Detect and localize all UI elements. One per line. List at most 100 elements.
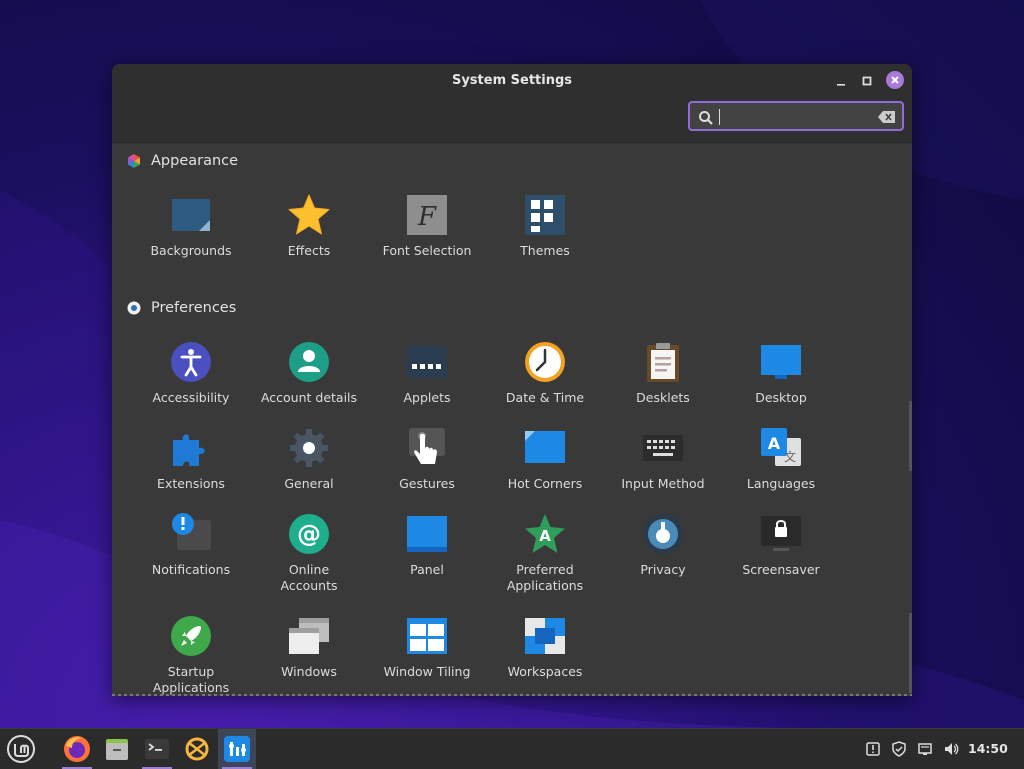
accessibility-item[interactable]: Accessibility (132, 340, 250, 406)
item-label: Online Accounts (280, 562, 338, 593)
item-label: Extensions (157, 476, 225, 491)
desktop-item[interactable]: Desktop (722, 340, 840, 406)
themes-icon (525, 195, 565, 235)
preferred-apps-icon: A (525, 514, 565, 553)
window-tiling-icon (407, 618, 447, 654)
gestures-item[interactable]: Gestures (368, 426, 486, 492)
settings-content: Appearance Backgrounds Effects F Font Se… (112, 143, 912, 696)
languages-icon: A文 (761, 428, 801, 466)
item-label: Preferred Applications (506, 562, 584, 593)
volume-icon (945, 743, 959, 755)
item-label: Themes (520, 243, 570, 258)
privacy-icon (643, 514, 683, 554)
minimize-button[interactable] (833, 73, 849, 89)
menu-button[interactable] (2, 729, 40, 769)
preferred-applications-item[interactable]: A Preferred Applications (486, 512, 604, 594)
svg-text:A: A (768, 434, 781, 453)
close-button[interactable] (886, 71, 904, 89)
desktop-icon (761, 345, 801, 379)
network-tray[interactable] (916, 741, 934, 757)
hot-corners-item[interactable]: Hot Corners (486, 426, 604, 492)
item-label: Desklets (636, 390, 690, 405)
volume-tray[interactable] (942, 741, 960, 757)
item-label: Hot Corners (507, 476, 583, 491)
window-title: System Settings (451, 73, 573, 88)
workspaces-icon (525, 618, 565, 654)
firefox-launcher[interactable] (58, 729, 96, 769)
languages-item[interactable]: A文 Languages (722, 426, 840, 492)
item-label: Startup Applications (152, 664, 230, 695)
update-manager-launcher[interactable] (178, 729, 216, 769)
workspaces-item[interactable]: Workspaces (486, 614, 604, 680)
gesture-hand-icon (409, 428, 445, 464)
close-icon (891, 76, 899, 84)
backgrounds-icon (172, 199, 210, 231)
shield-icon (892, 741, 906, 757)
item-label: Screensaver (742, 562, 820, 577)
privacy-item[interactable]: Privacy (604, 512, 722, 578)
font-selection-item[interactable]: F Font Selection (368, 193, 486, 259)
panel-item[interactable]: Panel (368, 512, 486, 578)
window-tiling-item[interactable]: Window Tiling (368, 614, 486, 680)
maximize-icon (862, 76, 872, 86)
terminal-launcher[interactable] (138, 729, 176, 769)
screensaver-item[interactable]: Screensaver (722, 512, 840, 578)
account-details-item[interactable]: Account details (250, 340, 368, 406)
keyboard-icon (643, 435, 683, 461)
clock[interactable]: 14:50 (968, 741, 1008, 756)
section-preferences: Preferences (126, 300, 236, 316)
gear-icon (290, 429, 328, 467)
clear-search-icon[interactable] (878, 110, 896, 124)
hot-corners-icon (525, 431, 565, 463)
mint-menu-icon (7, 735, 35, 763)
item-label: Accessibility (152, 390, 230, 405)
windows-item[interactable]: Windows (250, 614, 368, 680)
scrollbar-indicator[interactable] (909, 401, 912, 471)
input-method-item[interactable]: Input Method (604, 426, 722, 492)
appearance-icon (128, 154, 140, 168)
clock-icon (525, 342, 565, 382)
maximize-button[interactable] (859, 73, 875, 89)
item-label: Account details (260, 390, 358, 405)
backgrounds-item[interactable]: Backgrounds (132, 193, 250, 259)
lock-screen-icon (761, 516, 801, 551)
network-icon (918, 743, 932, 755)
search-icon (699, 111, 713, 125)
panel-icon (407, 516, 447, 552)
star-icon (288, 194, 330, 235)
item-label: Workspaces (507, 664, 583, 679)
online-accounts-item[interactable]: @ Online Accounts (250, 512, 368, 594)
notification-tray[interactable] (864, 741, 882, 757)
section-title: Appearance (151, 153, 239, 169)
notifications-item[interactable]: Notifications (132, 512, 250, 578)
general-item[interactable]: General (250, 426, 368, 492)
desklets-item[interactable]: Desklets (604, 340, 722, 406)
scrollbar-indicator[interactable] (909, 613, 912, 693)
desklets-icon (647, 343, 679, 382)
section-title: Preferences (151, 300, 237, 316)
startup-applications-item[interactable]: Startup Applications (132, 614, 250, 696)
update-manager-icon (185, 737, 209, 761)
themes-item[interactable]: Themes (486, 193, 604, 259)
section-appearance: Appearance (126, 153, 238, 169)
applets-item[interactable]: Applets (368, 340, 486, 406)
search-box[interactable] (688, 101, 904, 131)
search-input[interactable] (720, 107, 874, 127)
accessibility-icon (171, 342, 211, 382)
files-launcher[interactable] (98, 729, 136, 769)
update-tray[interactable] (890, 741, 908, 757)
applets-icon (407, 346, 447, 378)
item-label: Date & Time (505, 390, 585, 405)
item-label: General (284, 476, 334, 491)
notifications-icon (172, 513, 211, 550)
item-label: Window Tiling (383, 664, 471, 679)
system-settings-task[interactable] (218, 729, 256, 769)
extensions-item[interactable]: Extensions (132, 426, 250, 492)
system-settings-window: System Settings Appearance Backgrounds E… (112, 64, 912, 696)
files-icon (106, 739, 128, 760)
item-label: Applets (403, 390, 451, 405)
windows-icon (289, 618, 329, 654)
date-time-item[interactable]: Date & Time (486, 340, 604, 406)
effects-item[interactable]: Effects (250, 193, 368, 259)
at-icon: @ (289, 514, 329, 554)
